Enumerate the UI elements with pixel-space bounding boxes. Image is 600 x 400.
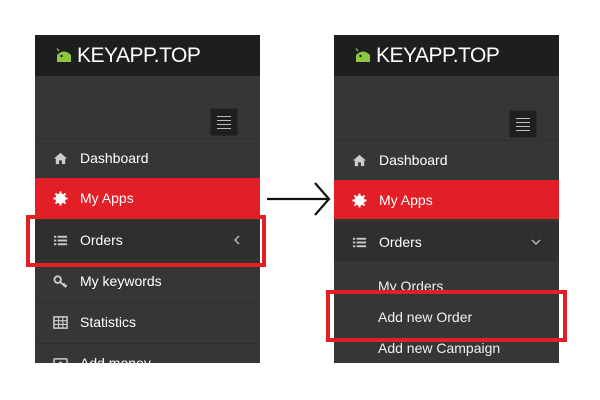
hamburger-menu-button[interactable] <box>210 108 238 136</box>
sidebar-item-add-money[interactable]: Add money <box>35 343 260 363</box>
table-icon <box>53 315 68 330</box>
sidebar-item-statistics[interactable]: Statistics <box>35 302 260 341</box>
sidebar-item-label: My keywords <box>80 273 162 289</box>
sidebar-item-label: Dashboard <box>379 152 448 168</box>
chevron-down-icon[interactable] <box>531 237 541 247</box>
sidebar-item-my-apps[interactable]: My Apps <box>35 178 260 217</box>
key-icon <box>53 274 68 289</box>
sidebar-item-label: Statistics <box>80 314 137 330</box>
sidebar-item-dashboard[interactable]: Dashboard <box>35 138 260 177</box>
sidebar-before: KEYAPP.TOP Dashboard My Apps Orders My k… <box>35 35 260 363</box>
highlight-add-new-order <box>326 290 567 342</box>
brand-name[interactable]: KEYAPP.TOP <box>77 44 201 68</box>
home-icon <box>53 151 68 166</box>
gear-icon <box>53 190 68 206</box>
wallet-icon <box>53 356 68 363</box>
arrow-right-icon <box>267 182 331 216</box>
android-logo-icon <box>56 47 71 62</box>
sidebar-item-label: Add money <box>80 355 151 363</box>
sidebar-item-label: My Apps <box>80 190 134 206</box>
sidebar-item-label: Dashboard <box>80 150 149 166</box>
sidebar-item-my-apps[interactable]: My Apps <box>334 180 559 219</box>
android-logo-icon <box>355 47 370 62</box>
sidebar-item-label: Orders <box>379 234 422 250</box>
home-icon <box>352 153 367 168</box>
sidebar-item-dashboard[interactable]: Dashboard <box>334 140 559 179</box>
gear-icon <box>352 192 367 208</box>
highlight-orders <box>26 215 266 267</box>
sidebar-header: KEYAPP.TOP <box>334 35 559 76</box>
sidebar-item-orders[interactable]: Orders <box>334 222 559 261</box>
sidebar-header: KEYAPP.TOP <box>35 35 260 76</box>
sidebar-item-label: My Apps <box>379 192 433 208</box>
hamburger-menu-button[interactable] <box>509 110 537 138</box>
list-icon <box>352 235 367 250</box>
brand-name[interactable]: KEYAPP.TOP <box>376 44 500 68</box>
